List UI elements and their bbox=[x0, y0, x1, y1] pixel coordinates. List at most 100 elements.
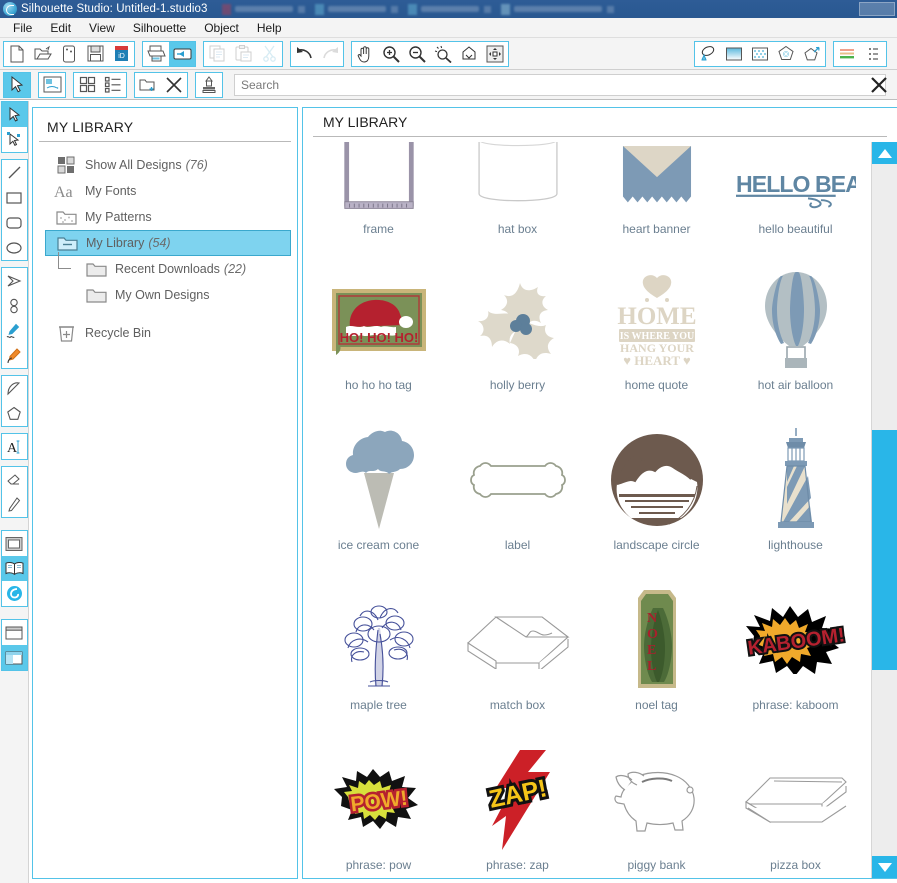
sidebar-item-recycle-bin[interactable]: Recycle Bin bbox=[45, 320, 291, 346]
scroll-up-arrow[interactable] bbox=[872, 142, 897, 164]
design-item[interactable]: NOEL noel tag bbox=[587, 588, 726, 748]
library-panel-button[interactable] bbox=[1, 556, 27, 581]
new-from-template-button[interactable] bbox=[56, 42, 82, 66]
toggle-preview-button[interactable] bbox=[39, 73, 65, 97]
design-item[interactable]: landscape circle bbox=[587, 428, 726, 588]
window-controls[interactable] bbox=[859, 2, 895, 16]
delete-item-button[interactable] bbox=[161, 73, 187, 97]
sidebar-item-show-all-designs[interactable]: Show All Designs (76) bbox=[45, 152, 291, 178]
new-folder-button[interactable] bbox=[135, 73, 161, 97]
design-item[interactable]: POW! POW! phrase: pow bbox=[309, 748, 448, 878]
design-view-button[interactable] bbox=[2, 620, 27, 645]
grid-view-button[interactable] bbox=[74, 73, 100, 97]
menu-object[interactable]: Object bbox=[195, 19, 248, 37]
design-item[interactable]: ZAP! ZAP! phrase: zap bbox=[448, 748, 587, 878]
scrollbar-thumb[interactable] bbox=[872, 430, 897, 670]
line-weight-button[interactable] bbox=[834, 42, 860, 66]
sidebar-item-my-library[interactable]: My Library (54) bbox=[45, 230, 291, 256]
text-tool-button[interactable]: A bbox=[2, 434, 27, 459]
design-item[interactable]: ice cream cone bbox=[309, 428, 448, 588]
design-item[interactable]: piggy bank bbox=[587, 748, 726, 878]
design-item[interactable]: HOME HANG YOUR ♥ HEART ♥ IS WHERE YOU home … bbox=[587, 268, 726, 428]
sidebar-item-my-fonts[interactable]: Aa My Fonts bbox=[45, 178, 291, 204]
arc-tool-button[interactable] bbox=[2, 376, 27, 401]
design-item[interactable]: match box bbox=[448, 588, 587, 748]
design-label: phrase: kaboom bbox=[752, 698, 839, 712]
undo-button[interactable] bbox=[291, 42, 317, 66]
design-item[interactable]: pizza box bbox=[726, 748, 865, 878]
line-tool-button[interactable] bbox=[2, 160, 27, 185]
pan-hand-button[interactable] bbox=[352, 42, 378, 66]
pointer-tool-button[interactable] bbox=[4, 72, 30, 97]
rounded-rectangle-tool-button[interactable] bbox=[2, 210, 27, 235]
menu-view[interactable]: View bbox=[80, 19, 124, 37]
menu-silhouette[interactable]: Silhouette bbox=[124, 19, 195, 37]
fill-color-button[interactable] bbox=[695, 42, 721, 66]
copy-button[interactable] bbox=[204, 42, 230, 66]
paste-button[interactable] bbox=[230, 42, 256, 66]
design-label: heart banner bbox=[622, 222, 691, 236]
design-item[interactable]: HELLO BEAUTIFUL hello beautiful bbox=[726, 142, 865, 268]
regular-polygon-tool-button[interactable] bbox=[2, 401, 27, 426]
edit-points-tool-button[interactable] bbox=[2, 127, 27, 152]
sketch-pen-tool-button[interactable] bbox=[2, 343, 27, 368]
design-item[interactable]: holly berry bbox=[448, 268, 587, 428]
design-item[interactable]: KABOOM! KABOOM! phrase: kaboom bbox=[726, 588, 865, 748]
merge-library-button[interactable] bbox=[196, 73, 222, 97]
library-merge-group bbox=[195, 71, 223, 98]
zoom-out-button[interactable] bbox=[404, 42, 430, 66]
sidebar-item-recent-downloads[interactable]: Recent Downloads (22) bbox=[75, 256, 291, 282]
sidebar-item-my-patterns[interactable]: My Patterns bbox=[45, 204, 291, 230]
send-to-silhouette-button[interactable] bbox=[169, 41, 195, 66]
background-window-tabs bbox=[221, 3, 859, 16]
design-grid-viewport[interactable]: frame hat box heart banner HELLO BE hell… bbox=[303, 142, 871, 878]
search-input[interactable]: Search bbox=[234, 73, 886, 96]
file-tool-group: iD bbox=[3, 40, 135, 67]
design-thumbnail bbox=[458, 588, 578, 692]
zoom-in-button[interactable] bbox=[378, 42, 404, 66]
menu-file[interactable]: File bbox=[4, 19, 41, 37]
design-item[interactable]: hat box bbox=[448, 142, 587, 268]
open-document-button[interactable] bbox=[30, 42, 56, 66]
split-view-button[interactable] bbox=[1, 645, 27, 670]
sidebar-item-my-own-designs[interactable]: My Own Designs bbox=[75, 282, 291, 308]
design-item[interactable]: lighthouse bbox=[726, 428, 865, 588]
eraser-tool-button[interactable] bbox=[2, 467, 27, 492]
zoom-fit-button[interactable] bbox=[456, 42, 482, 66]
zoom-page-button[interactable] bbox=[482, 42, 508, 66]
knife-tool-button[interactable] bbox=[2, 492, 27, 517]
new-document-button[interactable] bbox=[4, 42, 30, 66]
design-item[interactable]: label bbox=[448, 428, 587, 588]
list-view-button[interactable] bbox=[100, 73, 126, 97]
polygon-tool-button[interactable] bbox=[2, 268, 27, 293]
design-item[interactable]: hot air balloon bbox=[726, 268, 865, 428]
curve-tool-button[interactable] bbox=[2, 293, 27, 318]
line-style-button[interactable] bbox=[799, 42, 825, 66]
menu-edit[interactable]: Edit bbox=[41, 19, 80, 37]
line-color-button[interactable] bbox=[773, 42, 799, 66]
design-item[interactable]: maple tree bbox=[309, 588, 448, 748]
print-button[interactable] bbox=[143, 42, 169, 66]
redo-button[interactable] bbox=[317, 42, 343, 66]
zoom-selection-button[interactable] bbox=[430, 42, 456, 66]
scroll-down-arrow[interactable] bbox=[872, 856, 897, 878]
cut-button[interactable] bbox=[256, 42, 282, 66]
pattern-fill-button[interactable] bbox=[747, 42, 773, 66]
design-label: pizza box bbox=[770, 858, 821, 872]
store-panel-button[interactable] bbox=[2, 581, 27, 606]
close-library-button[interactable] bbox=[867, 73, 891, 97]
design-item[interactable]: HO! HO! HO! ho ho ho tag bbox=[309, 268, 448, 428]
menu-help[interactable]: Help bbox=[248, 19, 291, 37]
page-setup-panel-button[interactable] bbox=[2, 531, 27, 556]
ellipse-tool-button[interactable] bbox=[2, 235, 27, 260]
save-to-library-button[interactable]: iD bbox=[108, 42, 134, 66]
gradient-fill-button[interactable] bbox=[721, 42, 747, 66]
design-item[interactable]: heart banner bbox=[587, 142, 726, 268]
save-document-button[interactable] bbox=[82, 42, 108, 66]
select-tool-button[interactable] bbox=[1, 102, 27, 127]
draw-tool-button[interactable] bbox=[2, 318, 27, 343]
rectangle-tool-button[interactable] bbox=[2, 185, 27, 210]
more-options-button[interactable] bbox=[860, 42, 886, 66]
vertical-scrollbar[interactable] bbox=[871, 142, 897, 878]
design-item[interactable]: frame bbox=[309, 142, 448, 268]
